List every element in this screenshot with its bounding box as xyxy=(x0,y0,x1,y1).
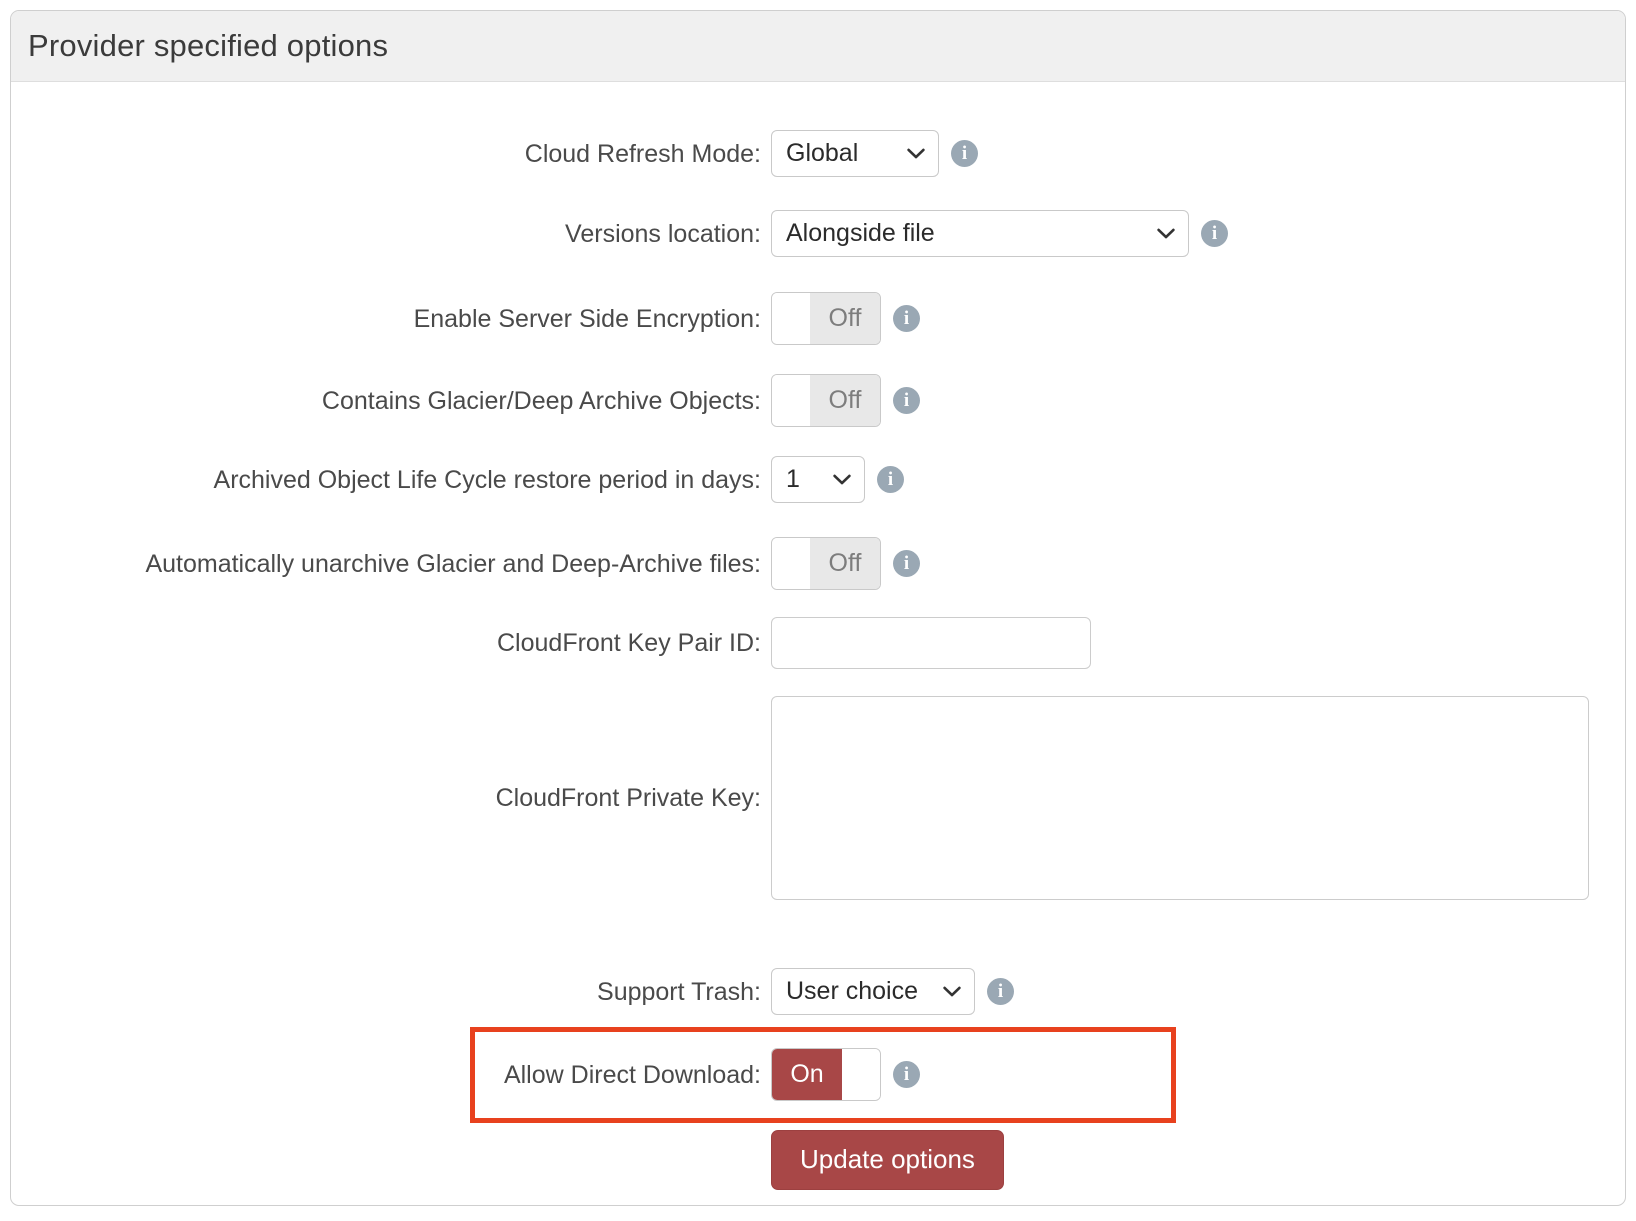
panel-header: Provider specified options xyxy=(11,11,1625,82)
cloudfront-private-key-textarea[interactable] xyxy=(771,696,1589,900)
row-versions-location: Versions location: Alongside file i xyxy=(11,210,1625,257)
row-allow-direct-download: Allow Direct Download: On i xyxy=(11,1048,1625,1101)
toggle-state-label: Off xyxy=(810,293,880,344)
update-options-button[interactable]: Update options xyxy=(771,1130,1004,1190)
label-cloudfront-private-key: CloudFront Private Key: xyxy=(11,783,771,813)
support-trash-select-wrap: User choice xyxy=(771,968,975,1015)
info-icon[interactable]: i xyxy=(893,550,920,577)
options-form: Cloud Refresh Mode: Global i Versions lo… xyxy=(11,82,1625,1202)
support-trash-select[interactable]: User choice xyxy=(771,968,975,1015)
info-icon[interactable]: i xyxy=(951,140,978,167)
versions-location-select-wrap: Alongside file xyxy=(771,210,1189,257)
toggle-knob xyxy=(842,1049,880,1100)
label-server-side-encryption: Enable Server Side Encryption: xyxy=(11,304,771,334)
info-icon[interactable]: i xyxy=(987,978,1014,1005)
label-cloud-refresh-mode: Cloud Refresh Mode: xyxy=(11,139,771,169)
allow-direct-download-toggle[interactable]: On xyxy=(771,1048,881,1101)
info-icon[interactable]: i xyxy=(893,305,920,332)
panel-body: Cloud Refresh Mode: Global i Versions lo… xyxy=(11,82,1625,1202)
toggle-knob xyxy=(772,538,810,589)
label-allow-direct-download: Allow Direct Download: xyxy=(11,1060,771,1090)
versions-location-select[interactable]: Alongside file xyxy=(771,210,1189,257)
provider-options-panel: Provider specified options Cloud Refresh… xyxy=(10,10,1626,1206)
row-server-side-encryption: Enable Server Side Encryption: Off i xyxy=(11,292,1625,345)
label-auto-unarchive: Automatically unarchive Glacier and Deep… xyxy=(11,549,771,579)
archive-restore-period-select[interactable]: 1 xyxy=(771,456,865,503)
toggle-state-label: Off xyxy=(810,375,880,426)
row-contains-glacier-objects: Contains Glacier/Deep Archive Objects: O… xyxy=(11,374,1625,427)
toggle-knob xyxy=(772,293,810,344)
label-archive-restore-period: Archived Object Life Cycle restore perio… xyxy=(11,465,771,495)
toggle-state-label: On xyxy=(772,1049,842,1100)
label-support-trash: Support Trash: xyxy=(11,977,771,1007)
archive-restore-period-select-wrap: 1 xyxy=(771,456,865,503)
row-archive-restore-period: Archived Object Life Cycle restore perio… xyxy=(11,456,1625,503)
label-contains-glacier-objects: Contains Glacier/Deep Archive Objects: xyxy=(11,386,771,416)
contains-glacier-objects-toggle[interactable]: Off xyxy=(771,374,881,427)
info-icon[interactable]: i xyxy=(1201,220,1228,247)
row-cloud-refresh-mode: Cloud Refresh Mode: Global i xyxy=(11,130,1625,177)
label-cloudfront-key-pair-id: CloudFront Key Pair ID: xyxy=(11,628,771,658)
info-icon[interactable]: i xyxy=(893,387,920,414)
label-versions-location: Versions location: xyxy=(11,219,771,249)
row-cloudfront-key-pair-id: CloudFront Key Pair ID: xyxy=(11,617,1625,669)
toggle-state-label: Off xyxy=(810,538,880,589)
cloudfront-key-pair-id-input[interactable] xyxy=(771,617,1091,669)
page-title: Provider specified options xyxy=(28,28,388,64)
info-icon[interactable]: i xyxy=(893,1061,920,1088)
cloud-refresh-mode-select[interactable]: Global xyxy=(771,130,939,177)
info-icon[interactable]: i xyxy=(877,466,904,493)
server-side-encryption-toggle[interactable]: Off xyxy=(771,292,881,345)
toggle-knob xyxy=(772,375,810,426)
cloud-refresh-mode-select-wrap: Global xyxy=(771,130,939,177)
auto-unarchive-toggle[interactable]: Off xyxy=(771,537,881,590)
row-auto-unarchive: Automatically unarchive Glacier and Deep… xyxy=(11,537,1625,590)
row-support-trash: Support Trash: User choice i xyxy=(11,968,1625,1015)
row-cloudfront-private-key: CloudFront Private Key: xyxy=(11,696,1625,900)
row-submit: Update options xyxy=(11,1130,1625,1190)
